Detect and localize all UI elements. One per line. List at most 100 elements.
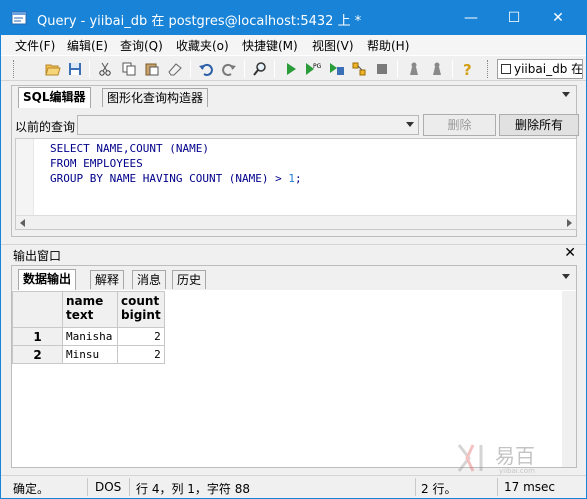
- svg-text:易百: 易百: [495, 444, 535, 468]
- menu-query[interactable]: 查询(Q): [120, 37, 163, 54]
- app-icon: [11, 11, 27, 25]
- cell-count[interactable]: 2: [117, 327, 165, 346]
- previous-query-row: 以前的查询 删除 删除所有: [1, 113, 587, 137]
- tab-sql-editor[interactable]: SQL编辑器: [18, 87, 91, 108]
- database-selector[interactable]: yiibai_db 在: [497, 59, 583, 79]
- menu-file[interactable]: 文件(F): [15, 37, 55, 54]
- chevron-down-icon[interactable]: [562, 92, 570, 97]
- scroll-right-icon[interactable]: [567, 219, 572, 227]
- code-token: SELECT NAME,COUNT (NAME): [50, 142, 209, 155]
- vacuum-icon[interactable]: [404, 59, 424, 79]
- tab-graphical-query-builder[interactable]: 图形化查询构造器: [102, 88, 209, 107]
- chevron-down-icon[interactable]: [562, 274, 570, 279]
- save-icon[interactable]: [65, 59, 85, 79]
- toolbar: PG ? yiibai_db 在: [1, 55, 586, 81]
- cell-name[interactable]: Minsu: [62, 345, 118, 364]
- row-number[interactable]: 2: [12, 345, 63, 364]
- tab-messages[interactable]: 消息: [132, 270, 167, 289]
- cell-count[interactable]: 2: [117, 345, 165, 364]
- toolbar-separator: [452, 60, 453, 78]
- code-line: GROUP BY NAME HAVING COUNT (NAME) > 1;: [50, 172, 302, 185]
- tab-history[interactable]: 历史: [172, 270, 207, 289]
- chevron-down-icon: [406, 122, 414, 127]
- scroll-left-icon[interactable]: [20, 219, 25, 227]
- execute-pgscript-icon[interactable]: PG: [303, 59, 323, 79]
- redo-icon[interactable]: [219, 59, 239, 79]
- execute-icon[interactable]: [281, 59, 301, 79]
- menu-favorites[interactable]: 收藏夹(o): [176, 37, 229, 54]
- status-cursor-position: 行 4，列 1，字符 88: [136, 482, 250, 496]
- menu-edit[interactable]: 编辑(E): [67, 37, 108, 54]
- editor-tabstrip: SQL编辑器 图形化查询构造器: [12, 86, 576, 108]
- status-separator: [87, 478, 88, 496]
- execute-to-file-icon[interactable]: [327, 59, 347, 79]
- status-separator: [415, 478, 416, 496]
- toolbar-separator: [190, 60, 191, 78]
- undo-icon[interactable]: [196, 59, 216, 79]
- status-bar: 确定。 DOS 行 4，列 1，字符 88 2 行。 17 msec: [1, 475, 586, 498]
- delete-button[interactable]: 删除: [423, 114, 496, 136]
- delete-all-button[interactable]: 删除所有: [499, 114, 579, 136]
- checkbox-icon: [501, 64, 511, 74]
- stop-icon[interactable]: [372, 59, 392, 79]
- minimize-button[interactable]: —: [448, 1, 494, 35]
- close-icon[interactable]: ✕: [564, 245, 576, 261]
- column-type: bigint: [121, 308, 161, 322]
- query-window: Query - yiibai_db 在 postgres@localhost:5…: [0, 0, 587, 499]
- database-selector-label: yiibai_db 在: [514, 62, 583, 76]
- tab-data-output[interactable]: 数据输出: [18, 269, 77, 290]
- status-separator: [497, 478, 498, 496]
- menu-view[interactable]: 视图(V): [312, 37, 354, 54]
- menu-macros[interactable]: 快捷键(M): [242, 37, 298, 54]
- grid-header-row: name text count bigint: [12, 291, 165, 328]
- column-type: text: [66, 308, 94, 322]
- explain-icon[interactable]: [349, 59, 369, 79]
- cell-name[interactable]: Manisha: [62, 327, 118, 346]
- toolbar-grip[interactable]: [487, 60, 490, 78]
- column-header-name[interactable]: name text: [62, 291, 118, 328]
- code-token: FROM EMPLOYEES: [50, 157, 143, 170]
- result-grid: name text count bigint 1 Manisha 2 2 Min…: [12, 291, 165, 364]
- svg-text:?: ?: [463, 61, 472, 77]
- column-header-count[interactable]: count bigint: [117, 291, 165, 328]
- horizontal-scrollbar[interactable]: [16, 215, 576, 229]
- copy-icon[interactable]: [119, 59, 139, 79]
- svg-text:yiibai.com: yiibai.com: [499, 467, 535, 475]
- output-window-header: 输出窗口 ✕: [1, 244, 586, 263]
- menu-bar: 文件(F) 编辑(E) 查询(Q) 收藏夹(o) 快捷键(M) 视图(V) 帮助…: [1, 35, 586, 55]
- open-file-icon[interactable]: [43, 59, 63, 79]
- row-number[interactable]: 1: [12, 327, 63, 346]
- output-tabstrip: 数据输出 解释 消息 历史: [12, 266, 576, 290]
- commit-icon[interactable]: [427, 59, 447, 79]
- svg-text:PG: PG: [313, 63, 321, 70]
- status-encoding: DOS: [95, 480, 122, 494]
- table-row[interactable]: 2 Minsu 2: [12, 345, 165, 364]
- grid-corner: [12, 291, 63, 328]
- tab-explain[interactable]: 解释: [90, 270, 125, 289]
- previous-query-dropdown[interactable]: [77, 115, 419, 135]
- column-name: name: [66, 294, 104, 308]
- status-separator: [129, 478, 130, 496]
- title-bar: Query - yiibai_db 在 postgres@localhost:5…: [1, 1, 586, 35]
- output-panel: 数据输出 解释 消息 历史 name text count bigint 1 M…: [11, 265, 577, 468]
- table-row[interactable]: 1 Manisha 2: [12, 327, 165, 346]
- paste-icon[interactable]: [142, 59, 162, 79]
- status-row-count: 2 行。: [421, 482, 457, 496]
- line-gutter: [16, 139, 34, 215]
- watermark-logo: 易百 yiibai.com: [457, 444, 535, 475]
- code-token: GROUP BY NAME HAVING COUNT (NAME) >: [50, 172, 289, 185]
- sql-code-editor[interactable]: SELECT NAME,COUNT (NAME) FROM EMPLOYEES …: [15, 138, 577, 230]
- code-token: ;: [295, 172, 302, 185]
- toolbar-separator: [244, 60, 245, 78]
- menu-help[interactable]: 帮助(H): [367, 37, 409, 54]
- cut-icon[interactable]: [95, 59, 115, 79]
- status-time: 17 msec: [504, 480, 556, 494]
- help-icon[interactable]: ?: [458, 59, 478, 79]
- output-window-title: 输出窗口: [13, 249, 62, 263]
- code-line: SELECT NAME,COUNT (NAME): [50, 142, 209, 155]
- close-button[interactable]: ✕: [535, 1, 581, 35]
- toolbar-grip[interactable]: [13, 60, 16, 78]
- find-icon[interactable]: [250, 59, 270, 79]
- maximize-button[interactable]: ☐: [491, 1, 537, 35]
- eraser-icon[interactable]: [165, 59, 185, 79]
